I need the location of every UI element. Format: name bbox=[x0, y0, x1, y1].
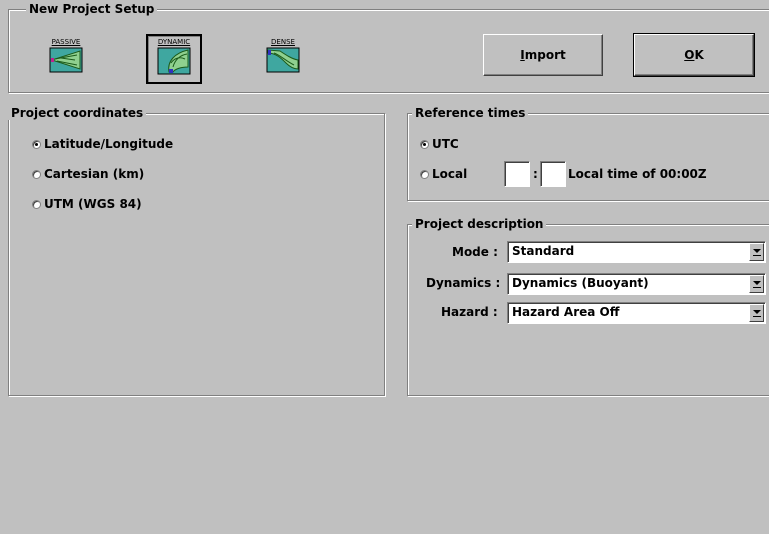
hazard-label: Hazard : bbox=[441, 305, 498, 319]
cartesian-radio[interactable]: Cartesian (km) bbox=[32, 167, 144, 181]
hazard-select-value: Hazard Area Off bbox=[512, 305, 620, 319]
passive-tool[interactable]: PASSIVE bbox=[45, 38, 87, 73]
project-coordinates-group bbox=[8, 113, 385, 396]
dynamic-icon bbox=[157, 47, 191, 75]
chevron-down-icon[interactable] bbox=[749, 243, 764, 261]
local-minute-input[interactable] bbox=[540, 161, 566, 187]
local-time-note: Local time of 00:00Z bbox=[568, 167, 707, 181]
local-hour-input[interactable] bbox=[504, 161, 530, 187]
dense-tool[interactable]: DENSE bbox=[262, 38, 304, 73]
new-project-setup-title: New Project Setup bbox=[26, 2, 158, 16]
ok-button[interactable]: OK bbox=[633, 33, 755, 77]
time-colon: : bbox=[533, 167, 538, 181]
local-radio-dot bbox=[420, 169, 429, 179]
utc-radio[interactable]: UTC bbox=[420, 137, 459, 151]
dynamics-label: Dynamics : bbox=[426, 276, 501, 290]
mode-select[interactable]: Standard bbox=[507, 241, 766, 263]
local-radio-label: Local bbox=[432, 167, 468, 181]
dynamics-select-value: Dynamics (Buoyant) bbox=[512, 276, 649, 290]
latlon-radio-label: Latitude/Longitude bbox=[44, 137, 174, 151]
dense-icon bbox=[266, 47, 300, 73]
import-button-label: Import bbox=[520, 48, 566, 62]
cartesian-radio-dot bbox=[32, 169, 41, 179]
dynamics-select[interactable]: Dynamics (Buoyant) bbox=[507, 273, 766, 295]
hazard-select[interactable]: Hazard Area Off bbox=[507, 302, 766, 324]
latlon-radio[interactable]: Latitude/Longitude bbox=[32, 137, 173, 151]
passive-label: PASSIVE bbox=[51, 38, 81, 46]
chevron-down-icon[interactable] bbox=[749, 304, 764, 322]
reference-times-title: Reference times bbox=[412, 106, 529, 120]
utm-radio-dot bbox=[32, 199, 41, 209]
project-description-title: Project description bbox=[412, 217, 547, 231]
utc-radio-dot bbox=[420, 139, 429, 149]
mode-label: Mode : bbox=[452, 245, 498, 259]
dynamic-label: DYNAMIC bbox=[157, 38, 191, 46]
project-coordinates-title: Project coordinates bbox=[8, 106, 147, 120]
import-button[interactable]: Import bbox=[483, 34, 603, 76]
dynamic-tool[interactable]: DYNAMIC bbox=[146, 34, 202, 84]
local-radio[interactable]: Local bbox=[420, 167, 467, 181]
chevron-down-icon[interactable] bbox=[749, 275, 764, 293]
latlon-radio-dot bbox=[32, 139, 41, 149]
utc-radio-label: UTC bbox=[432, 137, 459, 151]
reference-times-group bbox=[407, 113, 769, 201]
passive-icon bbox=[49, 47, 83, 73]
cartesian-radio-label: Cartesian (km) bbox=[44, 167, 145, 181]
ok-button-label: OK bbox=[684, 48, 704, 62]
utm-radio-label: UTM (WGS 84) bbox=[44, 197, 142, 211]
utm-radio[interactable]: UTM (WGS 84) bbox=[32, 197, 142, 211]
dense-label: DENSE bbox=[271, 38, 295, 46]
mode-select-value: Standard bbox=[512, 244, 575, 258]
